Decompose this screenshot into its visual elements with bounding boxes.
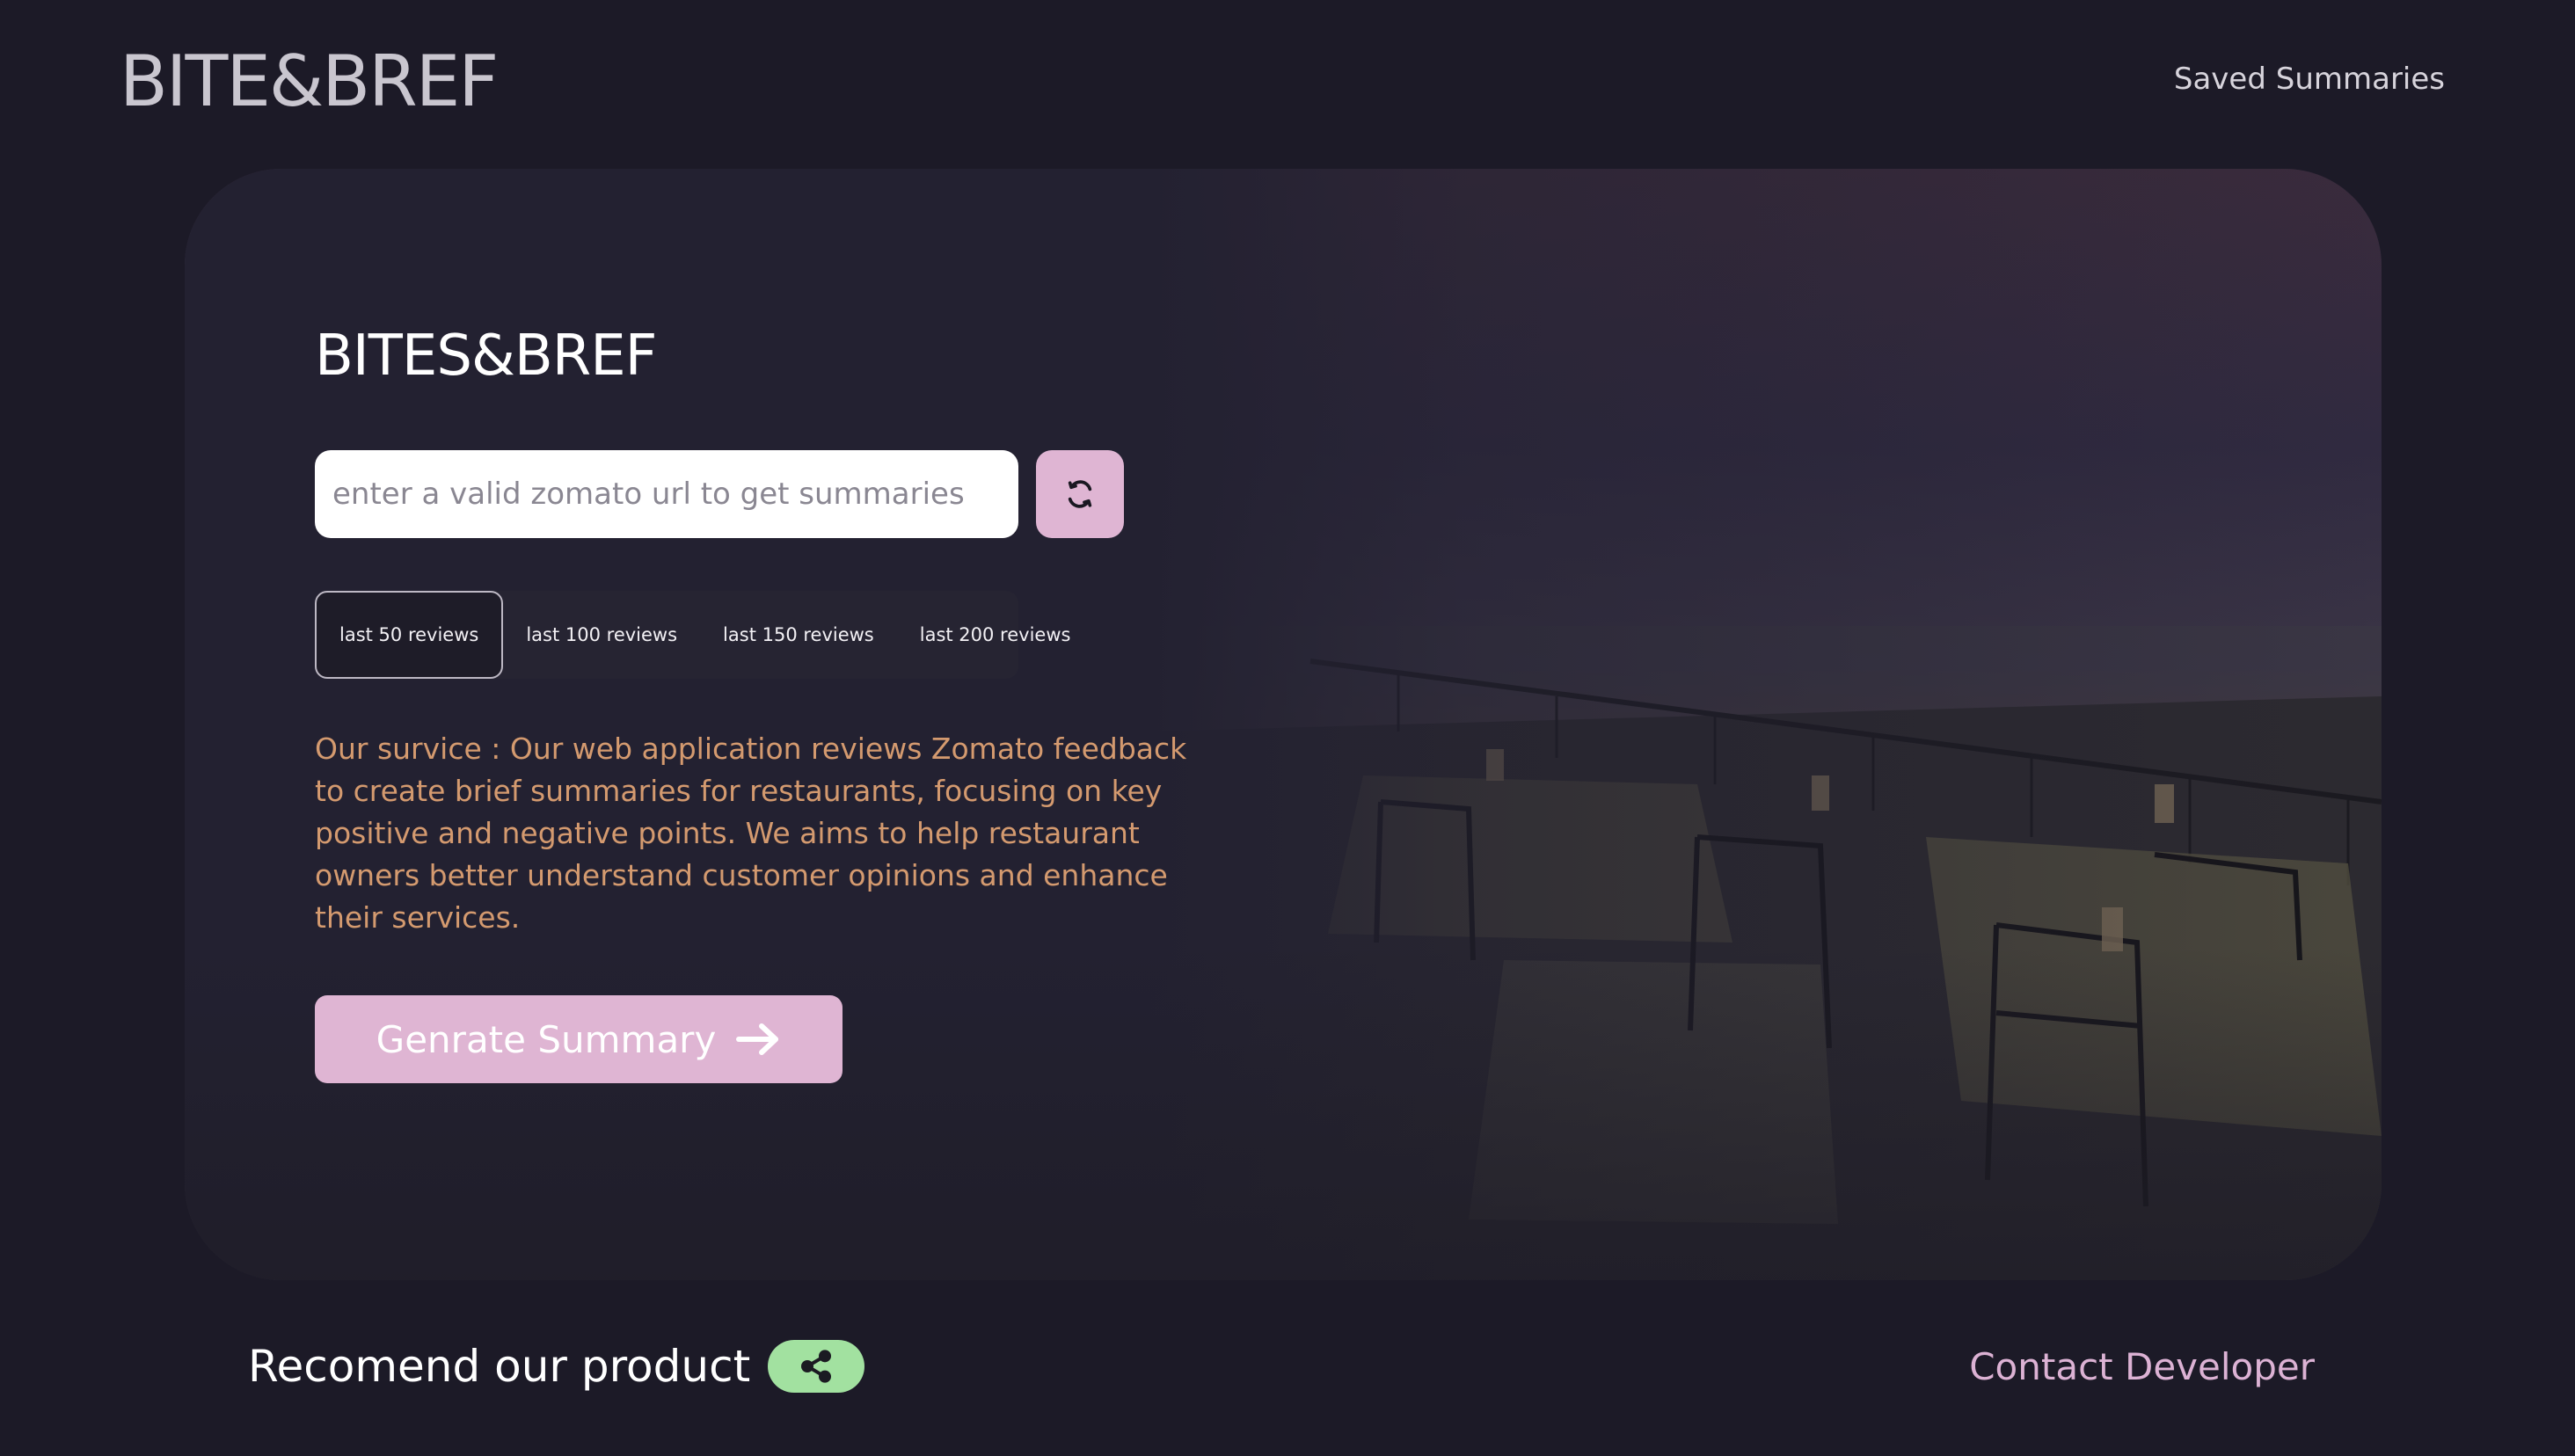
hero-card: BITES&BREF last 50 reviews last 100 revi… xyxy=(185,169,2382,1280)
nav-saved-summaries[interactable]: Saved Summaries xyxy=(2174,62,2445,97)
tab-last-50-reviews[interactable]: last 50 reviews xyxy=(315,591,504,679)
tab-last-100-reviews[interactable]: last 100 reviews xyxy=(503,591,700,679)
recommend-label: Recomend our product xyxy=(248,1341,751,1392)
generate-summary-button[interactable]: Genrate Summary xyxy=(315,995,843,1083)
tab-last-150-reviews[interactable]: last 150 reviews xyxy=(700,591,897,679)
arrow-right-icon xyxy=(736,1023,779,1055)
generate-summary-label: Genrate Summary xyxy=(376,1017,717,1061)
review-count-tabs: last 50 reviews last 100 reviews last 15… xyxy=(315,591,1070,679)
refresh-icon xyxy=(1068,480,1092,508)
tab-last-200-reviews[interactable]: last 200 reviews xyxy=(897,591,1094,679)
url-input[interactable] xyxy=(315,450,1018,538)
page: BITE&BREF Saved Summaries BITES&BREF ent… xyxy=(0,0,2575,1456)
recommend-row: Recomend our product xyxy=(248,1340,865,1393)
share-button[interactable] xyxy=(768,1340,865,1393)
service-description: Our survice : Our web application review… xyxy=(315,732,1187,935)
brand-logo[interactable]: BITE&BREF xyxy=(120,40,499,122)
share-icon xyxy=(801,1350,832,1383)
hero-title: BITES&BREF xyxy=(315,324,657,389)
contact-developer-link[interactable]: Contact Developer xyxy=(1969,1345,2315,1388)
refresh-button[interactable] xyxy=(1036,450,1124,538)
